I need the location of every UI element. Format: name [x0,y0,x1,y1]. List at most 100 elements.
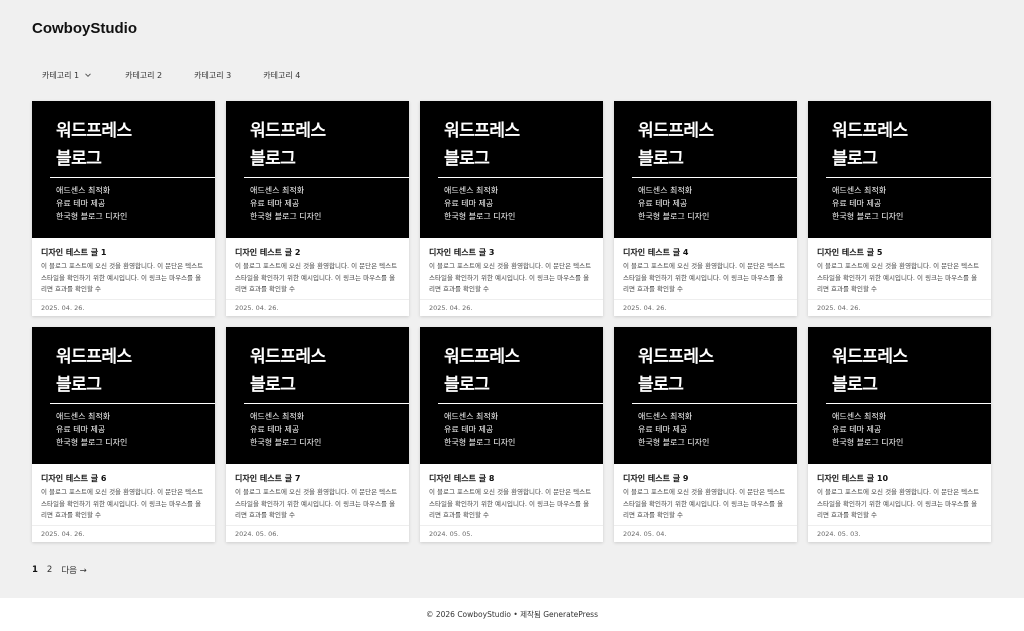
thumbnail-title-line: 블로그 [832,149,878,169]
thumbnail-divider [50,177,215,178]
post-excerpt: 이 블로그 포스트에 오신 것을 환영합니다. 이 문단은 텍스트 스타일을 확… [817,488,980,519]
thumbnail-title-line: 블로그 [56,375,102,395]
post-date: 2025. 04. 26. [614,299,797,316]
post-card[interactable]: 워드프레스 블로그 애드센스 최적화 유료 테마 제공 한국형 블로그 디자인 … [420,101,603,316]
main-nav: 카테고리 1 카테고리 2 카테고리 3 카테고리 4 [32,66,322,84]
page-number-link[interactable]: 2 [47,565,52,575]
post-card-body: 디자인 테스트 글 4 이 블로그 포스트에 오신 것을 환영합니다. 이 문단… [614,238,797,299]
nav-item-category-2[interactable]: 카테고리 2 [115,70,162,81]
post-card-body: 디자인 테스트 글 3 이 블로그 포스트에 오신 것을 환영합니다. 이 문단… [420,238,603,299]
thumbnail-divider [244,177,409,178]
post-excerpt: 이 블로그 포스트에 오신 것을 환영합니다. 이 문단은 텍스트 스타일을 확… [235,488,398,519]
post-title[interactable]: 디자인 테스트 글 5 [817,247,982,258]
next-page-link[interactable]: 다음 → [61,564,86,576]
post-card[interactable]: 워드프레스 블로그 애드센스 최적화 유료 테마 제공 한국형 블로그 디자인 … [614,101,797,316]
thumbnail-subtitle-line: 애드센스 최적화 [638,186,693,195]
thumbnail-subtitle-line: 유료 테마 제공 [638,199,688,208]
thumbnail-subtitle: 애드센스 최적화 유료 테마 제공 한국형 블로그 디자인 [638,410,709,449]
post-card[interactable]: 워드프레스 블로그 애드센스 최적화 유료 테마 제공 한국형 블로그 디자인 … [226,327,409,542]
nav-item-category-1[interactable]: 카테고리 1 [32,70,93,81]
post-title[interactable]: 디자인 테스트 글 6 [41,473,206,484]
thumbnail-subtitle-line: 유료 테마 제공 [638,425,688,434]
post-excerpt: 이 블로그 포스트에 오신 것을 환영합니다. 이 문단은 텍스트 스타일을 확… [235,262,398,293]
post-grid: 워드프레스 블로그 애드센스 최적화 유료 테마 제공 한국형 블로그 디자인 … [32,101,991,542]
thumbnail-subtitle: 애드센스 최적화 유료 테마 제공 한국형 블로그 디자인 [250,410,321,449]
post-thumbnail[interactable]: 워드프레스 블로그 애드센스 최적화 유료 테마 제공 한국형 블로그 디자인 [32,327,215,464]
thumbnail-title: 워드프레스 블로그 [638,117,714,173]
post-date: 2024. 05. 05. [420,525,603,542]
post-thumbnail[interactable]: 워드프레스 블로그 애드센스 최적화 유료 테마 제공 한국형 블로그 디자인 [32,101,215,238]
nav-item-category-4[interactable]: 카테고리 4 [253,70,300,81]
thumbnail-subtitle-line: 유료 테마 제공 [250,425,300,434]
thumbnail-title: 워드프레스 블로그 [56,343,132,399]
post-title[interactable]: 디자인 테스트 글 2 [235,247,400,258]
post-card[interactable]: 워드프레스 블로그 애드센스 최적화 유료 테마 제공 한국형 블로그 디자인 … [808,327,991,542]
thumbnail-subtitle-line: 한국형 블로그 디자인 [638,212,710,221]
post-excerpt: 이 블로그 포스트에 오신 것을 환영합니다. 이 문단은 텍스트 스타일을 확… [41,262,204,293]
post-title[interactable]: 디자인 테스트 글 3 [429,247,594,258]
post-card-body: 디자인 테스트 글 1 이 블로그 포스트에 오신 것을 환영합니다. 이 문단… [32,238,215,299]
post-title[interactable]: 디자인 테스트 글 4 [623,247,788,258]
post-card[interactable]: 워드프레스 블로그 애드센스 최적화 유료 테마 제공 한국형 블로그 디자인 … [32,101,215,316]
thumbnail-title: 워드프레스 블로그 [638,343,714,399]
thumbnail-title-line: 워드프레스 [444,121,520,141]
post-card[interactable]: 워드프레스 블로그 애드센스 최적화 유료 테마 제공 한국형 블로그 디자인 … [614,327,797,542]
post-thumbnail[interactable]: 워드프레스 블로그 애드센스 최적화 유료 테마 제공 한국형 블로그 디자인 [808,327,991,464]
post-card[interactable]: 워드프레스 블로그 애드센스 최적화 유료 테마 제공 한국형 블로그 디자인 … [32,327,215,542]
post-card-body: 디자인 테스트 글 10 이 블로그 포스트에 오신 것을 환영합니다. 이 문… [808,464,991,525]
thumbnail-subtitle-line: 유료 테마 제공 [832,199,882,208]
thumbnail-title-line: 워드프레스 [832,347,908,367]
post-title[interactable]: 디자인 테스트 글 9 [623,473,788,484]
post-card-body: 디자인 테스트 글 6 이 블로그 포스트에 오신 것을 환영합니다. 이 문단… [32,464,215,525]
thumbnail-subtitle-line: 한국형 블로그 디자인 [638,438,710,447]
post-thumbnail[interactable]: 워드프레스 블로그 애드센스 최적화 유료 테마 제공 한국형 블로그 디자인 [226,327,409,464]
post-title[interactable]: 디자인 테스트 글 7 [235,473,400,484]
post-title[interactable]: 디자인 테스트 글 8 [429,473,594,484]
site-footer: © 2026 CowboyStudio • 제작됨 GeneratePress [0,598,1024,631]
thumbnail-subtitle: 애드센스 최적화 유료 테마 제공 한국형 블로그 디자인 [250,184,321,223]
post-thumbnail[interactable]: 워드프레스 블로그 애드센스 최적화 유료 테마 제공 한국형 블로그 디자인 [420,101,603,238]
chevron-down-icon[interactable] [83,70,93,80]
post-card[interactable]: 워드프레스 블로그 애드센스 최적화 유료 테마 제공 한국형 블로그 디자인 … [420,327,603,542]
thumbnail-title: 워드프레스 블로그 [444,343,520,399]
post-thumbnail[interactable]: 워드프레스 블로그 애드센스 최적화 유료 테마 제공 한국형 블로그 디자인 [614,101,797,238]
thumbnail-title-line: 워드프레스 [250,347,326,367]
post-title[interactable]: 디자인 테스트 글 1 [41,247,206,258]
post-date: 2025. 04. 26. [420,299,603,316]
post-title[interactable]: 디자인 테스트 글 10 [817,473,982,484]
thumbnail-subtitle-line: 애드센스 최적화 [444,412,499,421]
thumbnail-subtitle: 애드센스 최적화 유료 테마 제공 한국형 블로그 디자인 [56,410,127,449]
site-title[interactable]: CowboyStudio [32,20,137,37]
thumbnail-subtitle-line: 애드센스 최적화 [250,186,305,195]
thumbnail-title-line: 워드프레스 [444,347,520,367]
post-date: 2025. 04. 26. [226,299,409,316]
post-thumbnail[interactable]: 워드프레스 블로그 애드센스 최적화 유료 테마 제공 한국형 블로그 디자인 [808,101,991,238]
thumbnail-subtitle-line: 애드센스 최적화 [56,186,111,195]
post-thumbnail[interactable]: 워드프레스 블로그 애드센스 최적화 유료 테마 제공 한국형 블로그 디자인 [226,101,409,238]
post-thumbnail[interactable]: 워드프레스 블로그 애드센스 최적화 유료 테마 제공 한국형 블로그 디자인 [420,327,603,464]
thumbnail-subtitle-line: 애드센스 최적화 [444,186,499,195]
thumbnail-subtitle-line: 애드센스 최적화 [832,186,887,195]
thumbnail-subtitle-line: 한국형 블로그 디자인 [250,438,322,447]
thumbnail-subtitle-line: 한국형 블로그 디자인 [832,212,904,221]
thumbnail-title: 워드프레스 블로그 [444,117,520,173]
nav-item-label: 카테고리 2 [125,70,163,80]
post-date: 2024. 05. 04. [614,525,797,542]
thumbnail-title: 워드프레스 블로그 [250,117,326,173]
post-card[interactable]: 워드프레스 블로그 애드센스 최적화 유료 테마 제공 한국형 블로그 디자인 … [808,101,991,316]
post-card-body: 디자인 테스트 글 9 이 블로그 포스트에 오신 것을 환영합니다. 이 문단… [614,464,797,525]
post-card[interactable]: 워드프레스 블로그 애드센스 최적화 유료 테마 제공 한국형 블로그 디자인 … [226,101,409,316]
thumbnail-subtitle-line: 한국형 블로그 디자인 [832,438,904,447]
post-card-body: 디자인 테스트 글 5 이 블로그 포스트에 오신 것을 환영합니다. 이 문단… [808,238,991,299]
post-thumbnail[interactable]: 워드프레스 블로그 애드센스 최적화 유료 테마 제공 한국형 블로그 디자인 [614,327,797,464]
thumbnail-title-line: 블로그 [638,149,684,169]
thumbnail-title-line: 블로그 [250,375,296,395]
thumbnail-divider [438,403,603,404]
thumbnail-subtitle-line: 애드센스 최적화 [638,412,693,421]
post-excerpt: 이 블로그 포스트에 오신 것을 환영합니다. 이 문단은 텍스트 스타일을 확… [41,488,204,519]
thumbnail-subtitle-line: 유료 테마 제공 [56,425,106,434]
thumbnail-title-line: 블로그 [444,375,490,395]
thumbnail-title-line: 워드프레스 [56,121,132,141]
thumbnail-title-line: 워드프레스 [638,347,714,367]
nav-item-category-3[interactable]: 카테고리 3 [184,70,231,81]
